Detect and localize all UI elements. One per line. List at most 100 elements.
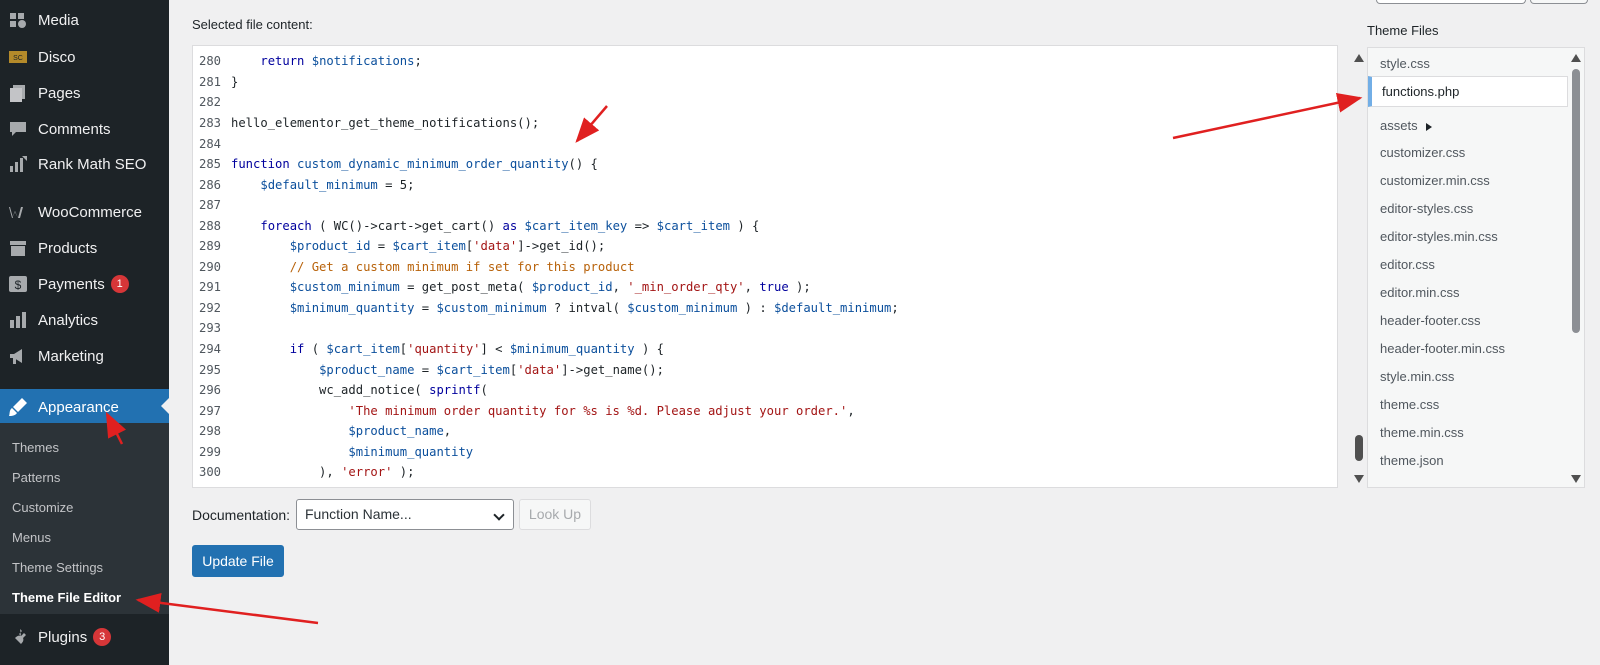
marketing-icon [8, 346, 28, 366]
code-line: 291 $custom_minimum = get_post_meta( $pr… [199, 280, 811, 294]
scroll-up-icon[interactable] [1571, 54, 1581, 62]
file-item[interactable]: editor-styles.min.css [1380, 229, 1498, 244]
woocommerce-icon [8, 202, 28, 222]
appearance-icon [8, 397, 28, 417]
code-line: 293 [199, 321, 222, 335]
code-line: 287 [199, 198, 222, 212]
sidebar-item-media[interactable]: Media [0, 3, 169, 37]
code-line: 290 // Get a custom minimum if set for t… [199, 260, 635, 274]
code-line: 294 if ( $cart_item['quantity'] < $minim… [199, 342, 664, 356]
payments-icon: $ [8, 274, 28, 294]
sidebar-item-comments[interactable]: Comments [0, 112, 169, 146]
plugins-icon [8, 627, 28, 647]
code-line: 296 wc_add_notice( sprintf( [199, 383, 488, 397]
file-item[interactable]: editor-styles.css [1380, 201, 1473, 216]
pages-icon [8, 83, 28, 103]
file-item[interactable]: editor.css [1380, 257, 1435, 272]
code-line: 283 hello_elementor_get_theme_notificatio… [199, 116, 540, 130]
sidebar-item-label: Marketing [38, 347, 104, 365]
sidebar-item-marketing[interactable]: Marketing [0, 339, 169, 373]
submenu-theme-settings[interactable]: Theme Settings [12, 560, 103, 575]
file-item[interactable]: style.css [1380, 56, 1430, 71]
sidebar-item-label: Rank Math SEO [38, 155, 147, 173]
theme-select-field[interactable] [1376, 0, 1526, 4]
sidebar-item-label: Media [38, 11, 79, 29]
comments-icon [8, 119, 28, 139]
payments-count-badge: 1 [110, 275, 129, 293]
sidebar-item-label: Disco [38, 48, 76, 66]
sidebar-item-analytics[interactable]: Analytics [0, 303, 169, 337]
select-button[interactable] [1530, 0, 1588, 4]
function-name-select[interactable]: Function Name... [296, 499, 514, 530]
scroll-down-icon[interactable] [1571, 475, 1581, 483]
file-item[interactable]: header-footer.css [1380, 313, 1480, 328]
theme-files-list: style.css functions.php assets customize… [1367, 47, 1585, 488]
scroll-thumb[interactable] [1572, 69, 1580, 333]
svg-text:$: $ [15, 278, 22, 292]
svg-text:SC: SC [13, 55, 23, 62]
submenu-theme-file-editor[interactable]: Theme File Editor [12, 590, 121, 605]
file-item[interactable]: customizer.css [1380, 145, 1465, 160]
sidebar-item-woocommerce[interactable]: WooCommerce [0, 195, 169, 229]
sidebar-item-label: Pages [38, 84, 81, 102]
file-item[interactable]: theme.min.css [1380, 425, 1464, 440]
sidebar-item-label: Analytics [38, 311, 99, 329]
code-line: 297 'The minimum order quantity for %s i… [199, 404, 855, 418]
current-menu-pointer [161, 398, 169, 414]
code-line: 286 $default_minimum = 5; [199, 178, 415, 192]
file-item[interactable]: style.min.css [1380, 369, 1454, 384]
code-line: 292 $minimum_quantity = $custom_minimum … [199, 301, 899, 315]
sidebar-item-label: Appearance [38, 398, 119, 416]
folder-item[interactable]: assets [1380, 118, 1432, 133]
sidebar-item-pages[interactable]: Pages [0, 76, 169, 110]
sidebar-item-rank-math[interactable]: Rank Math SEO [0, 147, 169, 181]
files-scrollbar[interactable] [1567, 47, 1585, 488]
sidebar-item-payments[interactable]: $ Payments 1 [0, 267, 169, 301]
sidebar-item-label: Comments [38, 120, 111, 138]
products-icon [8, 238, 28, 258]
sidebar-item-appearance[interactable]: Appearance [0, 389, 169, 425]
file-item[interactable]: customizer.min.css [1380, 173, 1490, 188]
media-icon [8, 10, 28, 30]
selected-file-label: Selected file content: [192, 17, 313, 32]
sidebar-item-plugins[interactable]: Plugins 3 [0, 620, 169, 654]
expand-triangle-icon [1425, 123, 1432, 131]
code-line: 285 function custom_dynamic_minimum_order… [199, 157, 598, 171]
sidebar-item-label: WooCommerce [38, 203, 142, 221]
analytics-icon [8, 310, 28, 330]
scroll-up-icon[interactable] [1354, 54, 1364, 62]
look-up-button[interactable]: Look Up [519, 499, 591, 530]
code-editor[interactable]: 280 return $notifications; 281} 282 283 h… [192, 45, 1338, 488]
editor-scrollbar[interactable] [1350, 45, 1368, 488]
file-item[interactable]: editor.min.css [1380, 285, 1459, 300]
sidebar-item-label: Products [38, 239, 98, 257]
submenu-menus[interactable]: Menus [12, 530, 51, 545]
code-line: 288 foreach ( WC()->cart->get_cart() as … [199, 219, 760, 233]
scroll-thumb[interactable] [1355, 435, 1363, 461]
code-line: 284 [199, 137, 222, 151]
scroll-down-icon[interactable] [1354, 475, 1364, 483]
theme-files-heading: Theme Files [1367, 23, 1439, 38]
code-line: 295 $product_name = $cart_item['data']->… [199, 363, 664, 377]
update-file-button[interactable]: Update File [192, 545, 284, 577]
code-line: 298 $product_name, [199, 424, 452, 438]
file-item[interactable]: theme.json [1380, 453, 1444, 468]
code-line: 299 $minimum_quantity [199, 445, 474, 459]
file-item[interactable]: header-footer.min.css [1380, 341, 1505, 356]
submenu-themes[interactable]: Themes [12, 440, 59, 455]
code-line: 282 [199, 95, 222, 109]
submenu-patterns[interactable]: Patterns [12, 470, 60, 485]
submenu-customize[interactable]: Customize [12, 500, 73, 515]
chevron-down-icon [493, 509, 505, 521]
rank-math-icon [8, 154, 28, 174]
code-line: 280 return $notifications; [199, 54, 422, 68]
sidebar-item-products[interactable]: Products [0, 231, 169, 265]
sidebar-item-label: Plugins [38, 628, 88, 646]
disco-icon: SC [8, 47, 28, 67]
file-item-current[interactable]: functions.php [1368, 76, 1568, 107]
code-line: 300 ), 'error' ); [199, 465, 415, 479]
sidebar-item-disco[interactable]: SC Disco [0, 40, 169, 74]
select-value: Function Name... [305, 506, 412, 522]
documentation-label: Documentation: [192, 507, 291, 523]
file-item[interactable]: theme.css [1380, 397, 1439, 412]
